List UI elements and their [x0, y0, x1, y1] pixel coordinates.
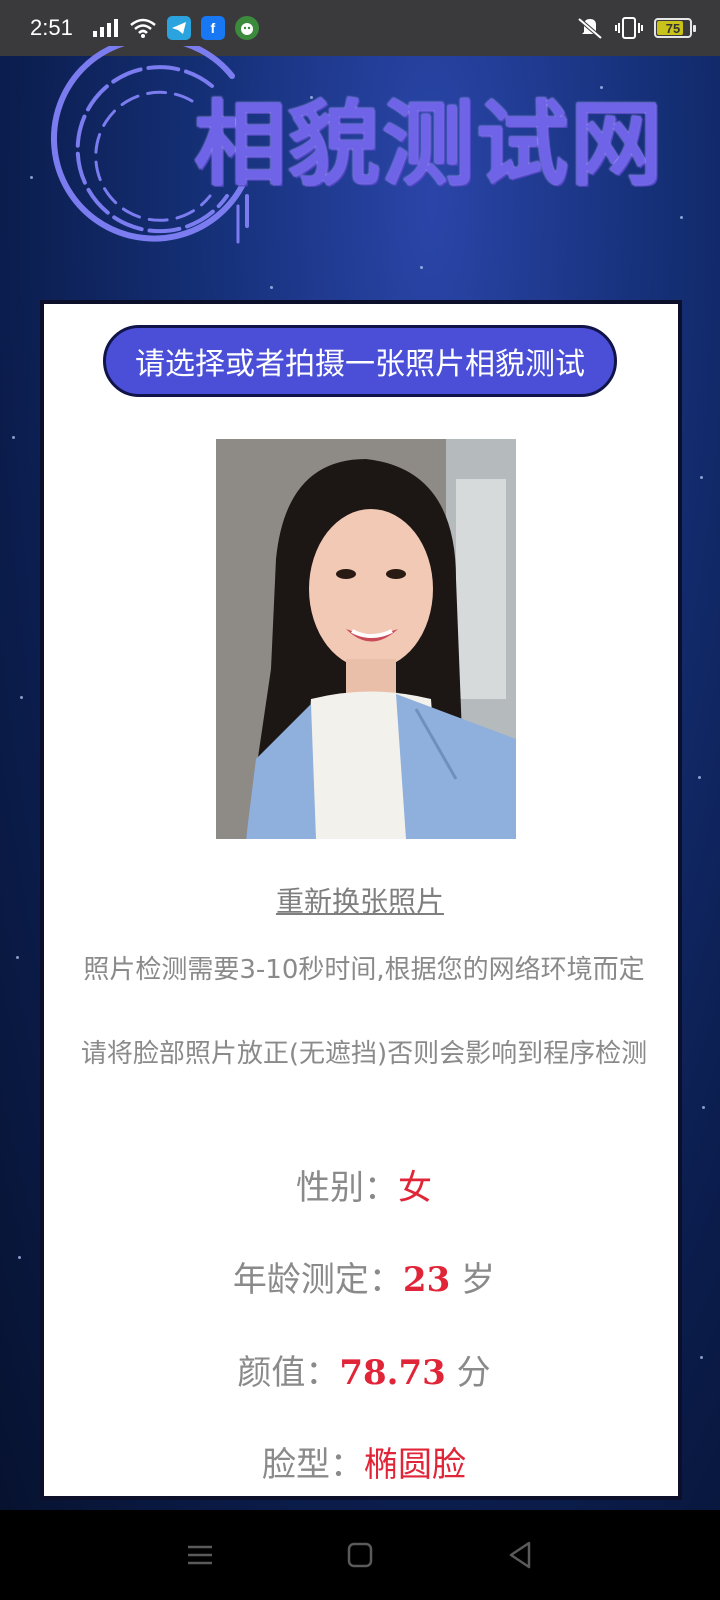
score-label: 颜值：: [237, 1353, 340, 1393]
mute-icon: [576, 16, 604, 40]
status-bar-left: 2:51 f: [30, 15, 259, 41]
facebook-icon: f: [200, 16, 225, 40]
notice-face-position: 请将脸部照片放正(无遮挡)否则会影响到程序检测: [80, 1039, 648, 1069]
result-face-shape: 脸型：椭圆脸: [44, 1437, 684, 1486]
signal-icon: [91, 18, 119, 38]
score-value: 78.73: [339, 1353, 446, 1393]
status-time: 2:51: [30, 15, 73, 40]
navigation-bar: [0, 1510, 720, 1600]
notice-detection-time: 照片检测需要3-10秒时间,根据您的网络环境而定: [83, 955, 645, 985]
age-unit: 岁: [450, 1260, 496, 1300]
home-icon[interactable]: [340, 1535, 380, 1575]
result-score: 颜值：78.73 分: [44, 1345, 684, 1394]
telegram-icon: [166, 16, 191, 40]
android-icon: [234, 16, 259, 40]
battery-icon: 75: [654, 18, 696, 38]
face-shape-value: 椭圆脸: [364, 1445, 466, 1485]
wifi-icon: [129, 17, 157, 39]
vibrate-icon: [614, 16, 644, 40]
age-label: 年龄测定：: [232, 1260, 403, 1300]
age-value: 23: [402, 1260, 451, 1300]
change-photo-link[interactable]: 重新换张照片: [0, 880, 720, 920]
result-gender: 性别：女: [44, 1160, 684, 1209]
card-title: 请选择或者拍摄一张照片相貌测试: [103, 325, 617, 397]
gender-label: 性别：: [296, 1168, 398, 1208]
face-shape-label: 脸型：: [262, 1445, 364, 1485]
uploaded-photo[interactable]: [216, 439, 516, 839]
battery-level: 75: [665, 20, 681, 36]
back-icon[interactable]: [500, 1535, 540, 1575]
result-age: 年龄测定：23 岁: [44, 1252, 684, 1301]
site-title: 相貌测试网: [194, 91, 665, 198]
status-bar-right: 75: [576, 16, 696, 40]
gender-value: 女: [398, 1168, 432, 1208]
score-unit: 分: [445, 1353, 491, 1393]
menu-icon[interactable]: [180, 1535, 220, 1575]
